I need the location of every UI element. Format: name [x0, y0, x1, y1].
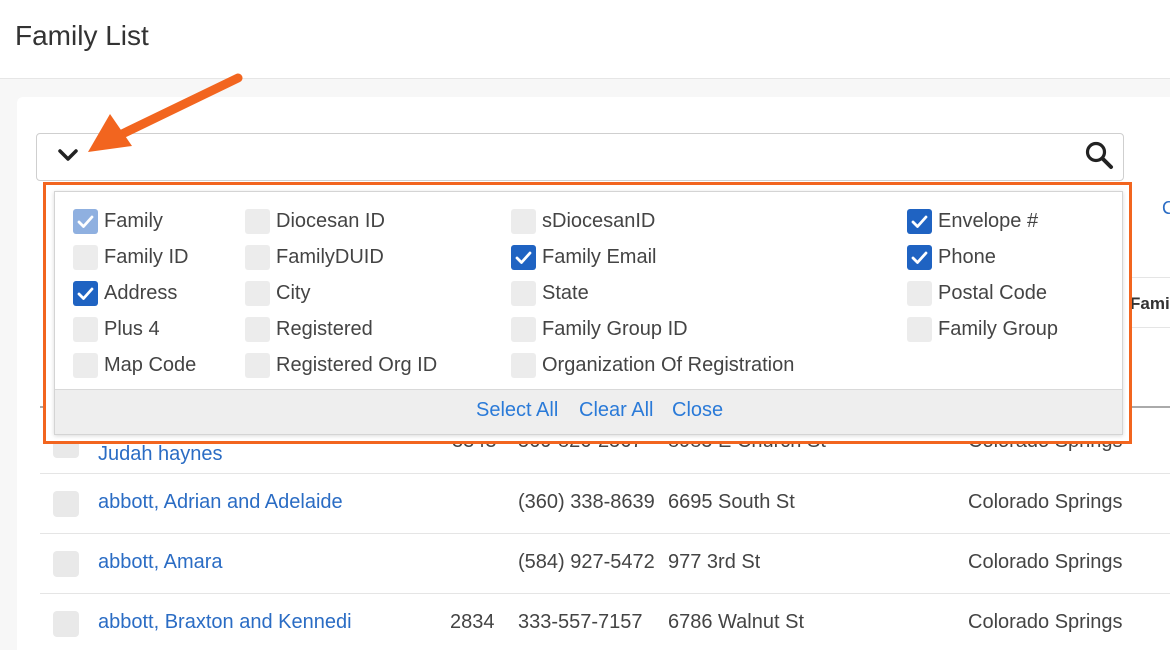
phone-cell: (360) 338-8639	[518, 491, 655, 513]
column-picker-footer: Select All Clear All Close	[55, 389, 1122, 434]
column-option-label: Postal Code	[938, 282, 1047, 304]
column-header-fragment: C	[1162, 198, 1170, 218]
checkbox[interactable]	[907, 245, 932, 270]
checkbox[interactable]	[73, 281, 98, 306]
checkbox[interactable]	[907, 209, 932, 234]
row-checkbox[interactable]	[53, 611, 79, 637]
checkbox[interactable]	[511, 245, 536, 270]
checkbox[interactable]	[245, 317, 270, 342]
chevron-down-icon[interactable]	[57, 144, 79, 166]
column-option-label: Phone	[938, 246, 996, 268]
column-option-label: FamilyDUID	[276, 246, 384, 268]
city-cell: Colorado Springs	[968, 491, 1123, 513]
phone-cell: (584) 927-5472	[518, 551, 655, 573]
column-option-label: sDiocesanID	[542, 210, 656, 232]
column-picker-highlight: Family Diocesan ID sDiocesanID Envelope # Fa…	[43, 182, 1132, 444]
column-option-label: Family ID	[104, 246, 189, 268]
row-checkbox[interactable]	[53, 551, 79, 577]
phone-cell: 333-557-7157	[518, 611, 643, 633]
row-checkbox[interactable]	[53, 491, 79, 517]
checkbox[interactable]	[245, 281, 270, 306]
arrow-annotation-icon	[88, 73, 243, 152]
checkbox[interactable]	[907, 281, 932, 306]
city-cell: Colorado Springs	[968, 551, 1123, 573]
column-option-label: State	[542, 282, 589, 304]
select-all-link[interactable]: Select All	[476, 399, 558, 422]
column-option-label: Map Code	[104, 354, 197, 376]
column-picker-dropdown: Family Diocesan ID sDiocesanID Envelope # Fa…	[54, 191, 1123, 435]
divider	[1128, 327, 1170, 328]
family-name-link[interactable]: Judah haynes	[98, 443, 223, 466]
column-option-label: Address	[104, 282, 178, 304]
checkbox[interactable]	[511, 209, 536, 234]
checkbox[interactable]	[73, 317, 98, 342]
table-row[interactable]: abbott, Braxton and Kennedi 2834 333-557…	[40, 594, 1170, 654]
column-option-label: Organization Of Registration	[542, 354, 795, 376]
checkbox[interactable]	[511, 281, 536, 306]
clear-all-link[interactable]: Clear All	[579, 399, 653, 422]
close-link[interactable]: Close	[672, 399, 723, 422]
column-header-fragment: Fami	[1130, 294, 1170, 313]
address-cell: 6695 South St	[668, 491, 795, 513]
column-option-label: Family Group ID	[542, 318, 688, 340]
column-option-label: Family Email	[542, 246, 657, 268]
checkbox[interactable]	[511, 353, 536, 378]
search-icon[interactable]	[1084, 140, 1114, 170]
city-cell: Colorado Springs	[968, 611, 1123, 633]
checkbox[interactable]	[73, 245, 98, 270]
checkbox[interactable]	[73, 353, 98, 378]
checkbox[interactable]	[245, 209, 270, 234]
page-title: Family List	[15, 20, 149, 51]
column-option-label: City	[276, 282, 311, 304]
family-name-link[interactable]: abbott, Braxton and Kennedi	[98, 611, 352, 634]
column-option-label: Registered Org ID	[276, 354, 438, 376]
family-name-link[interactable]: abbott, Adrian and Adelaide	[98, 491, 343, 514]
column-option-label: Diocesan ID	[276, 210, 385, 232]
checkbox[interactable]	[511, 317, 536, 342]
column-option-label: Plus 4	[104, 318, 160, 340]
column-option-label: Envelope #	[938, 210, 1039, 232]
checkbox[interactable]	[907, 317, 932, 342]
divider	[1128, 277, 1170, 278]
address-cell: 977 3rd St	[668, 551, 761, 573]
family-name-link[interactable]: abbott, Amara	[98, 551, 223, 574]
checkbox[interactable]	[245, 245, 270, 270]
column-option-label: Family Group	[938, 318, 1059, 340]
envelope-cell: 2834	[450, 611, 495, 633]
address-cell: 6786 Walnut St	[668, 611, 805, 633]
table-row[interactable]: abbott, Amara (584) 927-5472 977 3rd St …	[40, 534, 1170, 594]
table-row[interactable]: abbott, Adrian and Adelaide (360) 338-86…	[40, 474, 1170, 534]
column-option-label: Family	[104, 210, 163, 232]
checkbox[interactable]	[73, 209, 98, 234]
checkbox[interactable]	[245, 353, 270, 378]
column-option-label: Registered	[276, 318, 373, 340]
